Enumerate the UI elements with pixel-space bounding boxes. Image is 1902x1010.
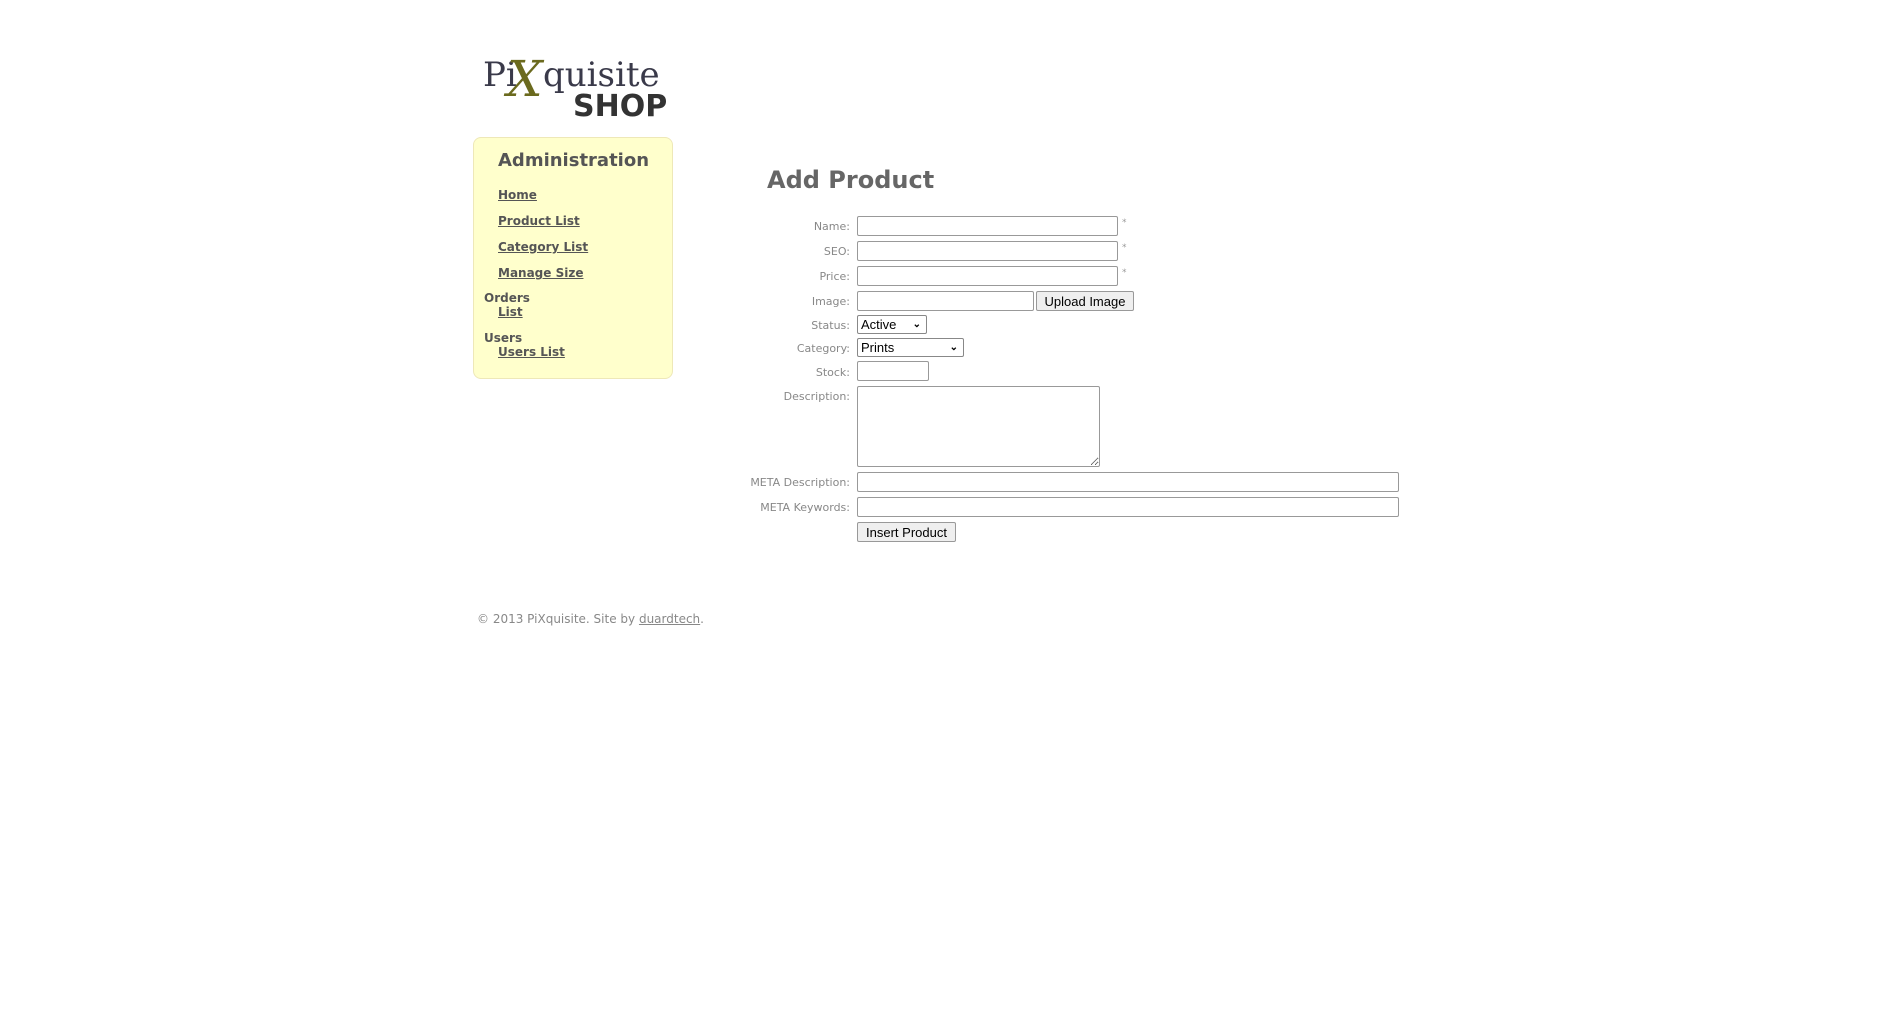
category-select[interactable]: Prints ⌄ <box>857 338 964 357</box>
insert-product-button[interactable]: Insert Product <box>857 522 956 542</box>
description-textarea[interactable] <box>857 386 1100 467</box>
pixquisite-shop-logo: Pi X quisite SHOP <box>483 50 667 120</box>
svg-text:SHOP: SHOP <box>573 89 667 120</box>
sidebar-title: Administration <box>498 150 650 171</box>
image-input[interactable] <box>857 291 1034 311</box>
required-mark: * <box>1122 218 1127 228</box>
meta-keywords-label: META Keywords: <box>760 501 850 514</box>
category-label: Category: <box>796 342 850 355</box>
admin-sidebar: Administration Home Product List Categor… <box>473 137 673 379</box>
status-label: Status: <box>811 319 850 332</box>
status-selected-value: Active <box>861 317 897 332</box>
chevron-down-icon: ⌄ <box>912 319 921 330</box>
meta-description-input[interactable] <box>857 472 1399 492</box>
upload-image-button[interactable]: Upload Image <box>1036 291 1134 311</box>
sidebar-link-users-list[interactable]: Users List <box>498 345 565 359</box>
name-label: Name: <box>813 220 850 233</box>
stock-label: Stock: <box>815 366 850 379</box>
image-label: Image: <box>811 295 850 308</box>
status-select[interactable]: Active ⌄ <box>857 315 927 334</box>
seo-label: SEO: <box>823 245 850 258</box>
meta-keywords-input[interactable] <box>857 497 1399 517</box>
name-input[interactable] <box>857 216 1118 236</box>
page-title: Add Product <box>767 166 935 194</box>
sidebar-link-orders-list[interactable]: List <box>498 305 523 319</box>
footer-link-duardtech[interactable]: duardtech <box>639 612 700 626</box>
sidebar-link-product-list[interactable]: Product List <box>498 214 580 228</box>
sidebar-heading-orders: Orders <box>484 291 530 305</box>
required-mark: * <box>1122 268 1127 278</box>
chevron-down-icon: ⌄ <box>949 342 958 353</box>
seo-input[interactable] <box>857 241 1118 261</box>
footer-text: © 2013 PiXquisite. Site by <box>477 612 639 626</box>
category-selected-value: Prints <box>861 340 895 355</box>
footer: © 2013 PiXquisite. Site by duardtech. <box>477 612 704 626</box>
stock-input[interactable] <box>857 361 929 381</box>
price-input[interactable] <box>857 266 1118 286</box>
sidebar-heading-users: Users <box>484 331 523 345</box>
sidebar-link-category-list[interactable]: Category List <box>498 240 588 254</box>
required-mark: * <box>1122 243 1127 253</box>
meta-description-label: META Description: <box>750 476 850 489</box>
footer-end: . <box>700 612 704 626</box>
svg-text:X: X <box>503 50 545 108</box>
sidebar-link-manage-size[interactable]: Manage Size <box>498 266 583 280</box>
price-label: Price: <box>819 270 850 283</box>
sidebar-link-home[interactable]: Home <box>498 188 537 202</box>
description-label: Description: <box>783 390 850 403</box>
